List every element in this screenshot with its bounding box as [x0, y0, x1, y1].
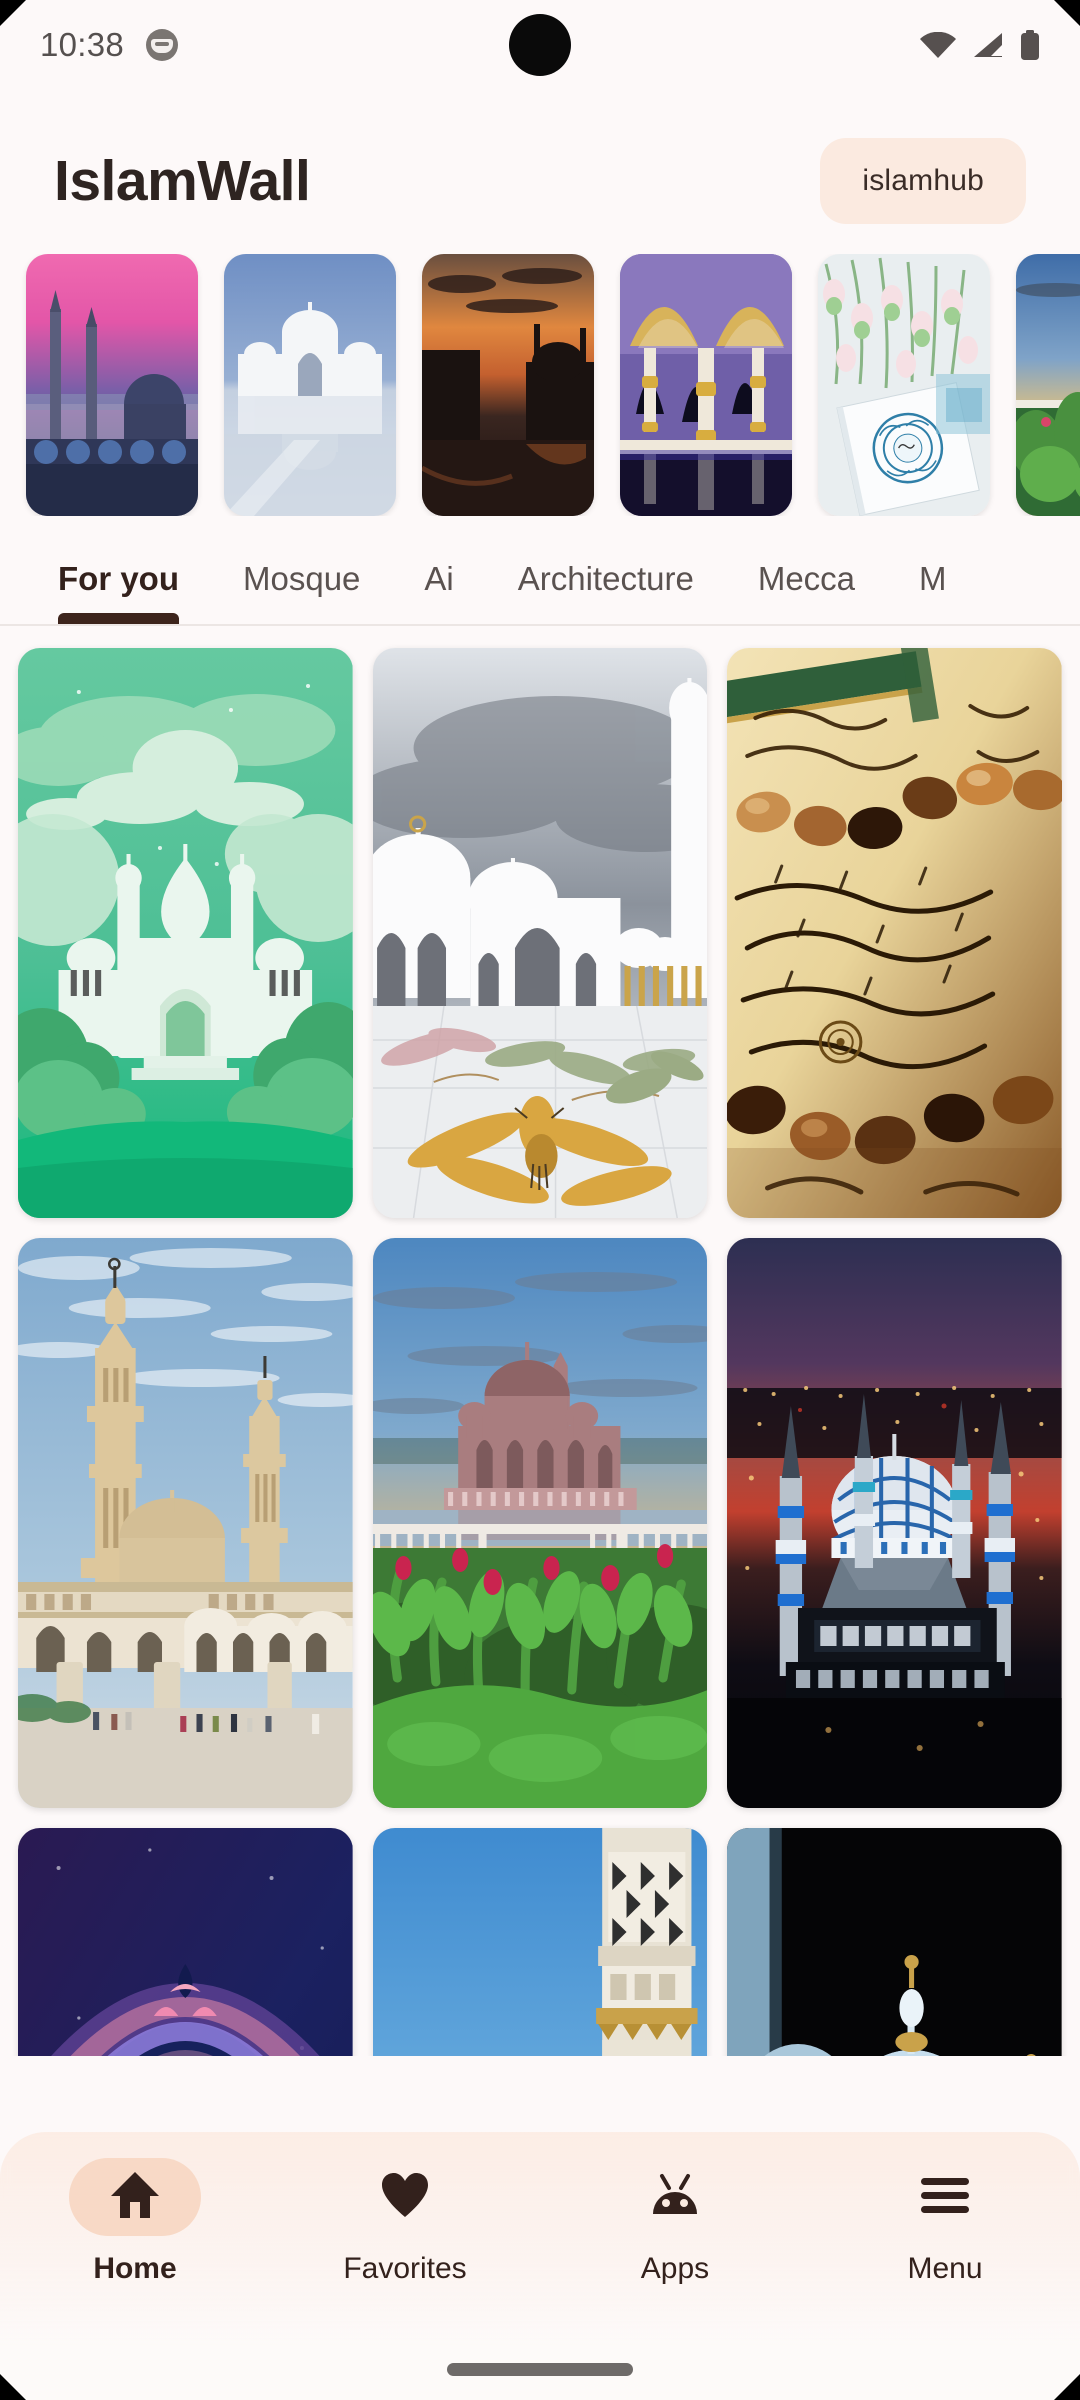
app-header: IslamWall islamhub: [0, 90, 1080, 254]
camera-notch: [509, 14, 571, 76]
white-domes-night-art: [727, 1828, 1062, 2056]
sheikh-zayed-mosque-courtyard-art: [372, 648, 708, 1218]
mosque-silhouette-sunset-art: [422, 254, 594, 516]
nav-label-favorites: Favorites: [343, 2252, 467, 2285]
featured-carousel[interactable]: [0, 254, 1080, 516]
sandstone-mosque-minarets-art: [18, 1238, 353, 1808]
home-icon: [109, 2170, 161, 2225]
nav-item-menu[interactable]: Menu: [810, 2158, 1080, 2286]
green-dome-nabawi-art: [372, 1828, 708, 2056]
android-icon: [648, 2172, 702, 2223]
wallpaper-card-putra-mosque-flower-garden[interactable]: [372, 1238, 708, 1808]
hamburger-menu-icon: [919, 2176, 971, 2219]
hamburger-menu-icon-wrapper: [879, 2158, 1011, 2236]
android-icon-wrapper: [609, 2158, 741, 2236]
tab-ai[interactable]: Ai: [392, 560, 485, 624]
nav-item-favorites[interactable]: Favorites: [270, 2158, 540, 2286]
cellular-signal-icon: [972, 32, 1004, 58]
bottom-navigation-bar[interactable]: Home Favorites Apps Menu: [0, 2132, 1080, 2400]
category-tabs[interactable]: For you Mosque Ai Architecture Mecca M: [0, 516, 1080, 624]
status-bar-clock: 10:38: [40, 26, 125, 63]
islamhub-button[interactable]: islamhub: [820, 138, 1026, 224]
white-palace-reflection-art: [224, 254, 396, 516]
status-bar-right: [920, 30, 1040, 60]
wallpaper-card-green-paper-art-mosque[interactable]: [18, 648, 353, 1218]
tab-for-you[interactable]: For you: [26, 560, 211, 624]
carousel-item-golden-arches-interior[interactable]: [620, 254, 792, 516]
carousel-item-white-palace-reflection[interactable]: [224, 254, 396, 516]
wifi-icon: [920, 32, 956, 58]
page-title: IslamWall: [54, 149, 311, 213]
wallpaper-card-crescent-moon-arch[interactable]: [18, 1828, 353, 2056]
carousel-item-quran-with-flowers[interactable]: [818, 254, 990, 516]
wallpaper-card-white-domes-night[interactable]: [727, 1828, 1062, 2056]
carousel-item-blue-mosque-istanbul-dusk[interactable]: [26, 254, 198, 516]
tab-mosque[interactable]: Mosque: [211, 560, 392, 624]
blue-mosque-istanbul-dusk-art: [26, 254, 198, 516]
home-indicator[interactable]: [447, 2363, 633, 2376]
tab-architecture[interactable]: Architecture: [486, 560, 726, 624]
wallpaper-card-green-dome-nabawi[interactable]: [372, 1828, 708, 2056]
status-bar: 10:38: [0, 0, 1080, 90]
home-icon-wrapper: [69, 2158, 201, 2236]
wallpaper-card-sheikh-zayed-mosque-courtyard[interactable]: [372, 648, 708, 1218]
battery-icon: [1020, 30, 1040, 60]
heart-icon: [380, 2171, 430, 2224]
android-notification-icon: [146, 29, 179, 61]
quran-page-prayer-beads-art: [727, 648, 1062, 1218]
green-paper-art-mosque-art: [18, 648, 353, 1218]
wallpaper-card-quran-page-prayer-beads[interactable]: [727, 648, 1062, 1218]
nav-label-home: Home: [93, 2252, 177, 2285]
carousel-item-mosque-silhouette-sunset[interactable]: [422, 254, 594, 516]
nav-label-apps: Apps: [640, 2252, 710, 2285]
blue-mosque-aerial-night-art: [727, 1238, 1062, 1808]
nav-label-menu: Menu: [907, 2252, 983, 2285]
wallpaper-card-blue-mosque-aerial-night[interactable]: [727, 1238, 1062, 1808]
nav-item-home[interactable]: Home: [0, 2158, 270, 2286]
putra-mosque-flower-garden-art: [372, 1238, 708, 1808]
wallpaper-card-sandstone-mosque-minarets[interactable]: [18, 1238, 353, 1808]
heart-icon-wrapper: [339, 2158, 471, 2236]
tab-medina-partial[interactable]: M: [887, 560, 979, 624]
status-bar-left: 10:38: [40, 26, 179, 64]
tab-mecca[interactable]: Mecca: [726, 560, 887, 624]
golden-arches-interior-art: [620, 254, 792, 516]
carousel-item-garden-mosque-sunrise[interactable]: [1016, 254, 1080, 516]
crescent-moon-arch-art: [18, 1828, 353, 2056]
nav-item-apps[interactable]: Apps: [540, 2158, 810, 2286]
wallpaper-grid[interactable]: [0, 626, 1080, 2056]
quran-with-flowers-art: [818, 254, 990, 516]
garden-mosque-sunrise-art: [1016, 254, 1080, 516]
